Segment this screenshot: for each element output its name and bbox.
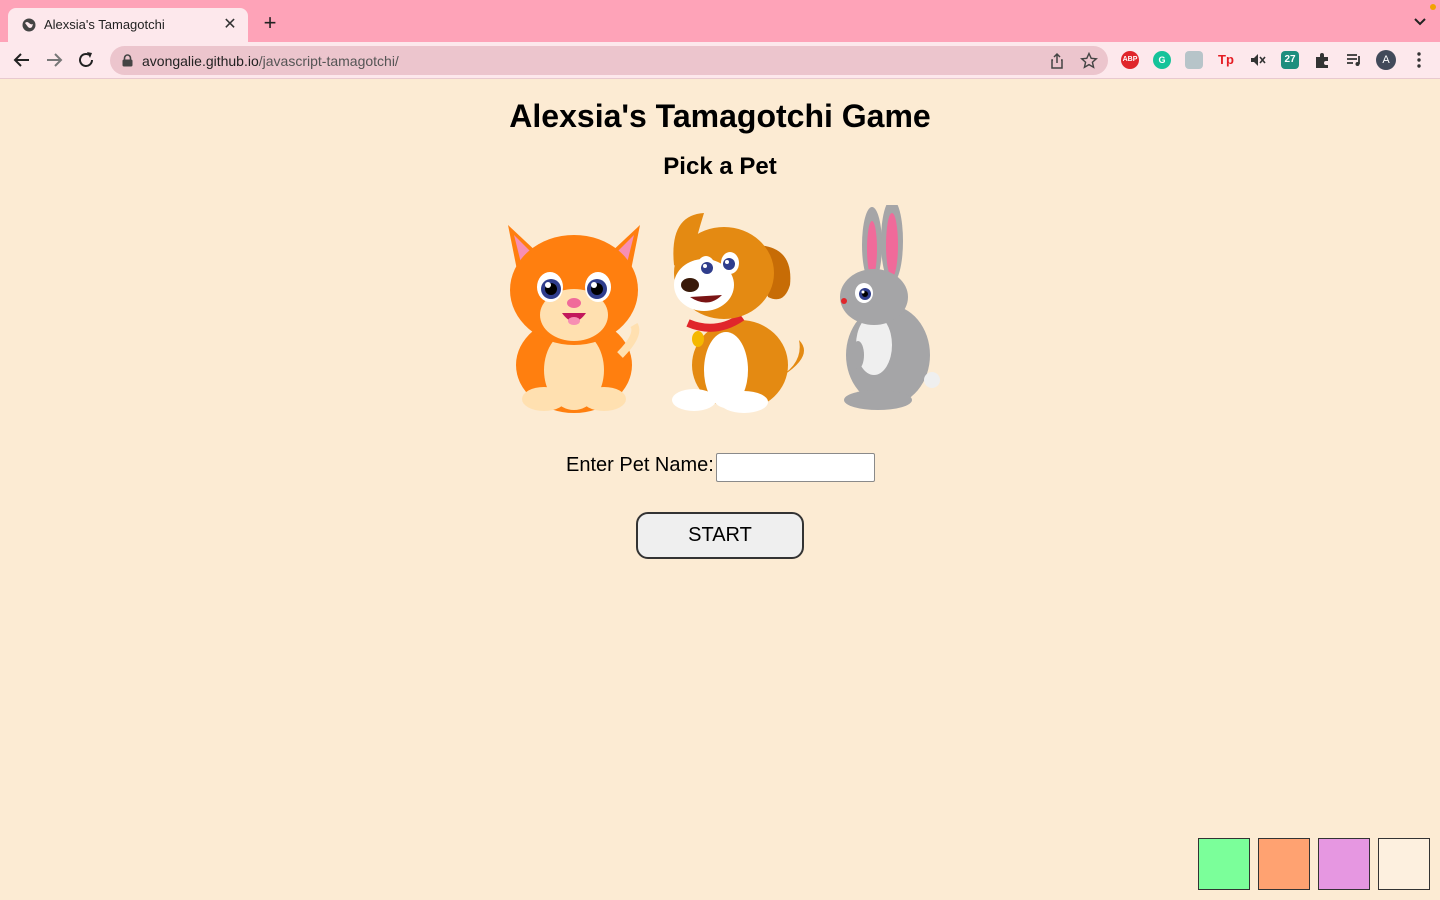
tp-icon[interactable]: Tp xyxy=(1217,51,1235,69)
theme-swatch-orange[interactable] xyxy=(1258,838,1310,890)
adblock-icon[interactable]: ABP xyxy=(1121,51,1139,69)
forward-arrow-icon[interactable] xyxy=(42,48,66,72)
close-tab-icon[interactable]: ✕ xyxy=(220,15,240,35)
browser-toolbar: avongalie.github.io/javascript-tamagotch… xyxy=(0,42,1440,79)
theme-swatch-pink[interactable] xyxy=(1318,838,1370,890)
dog-pet-image[interactable] xyxy=(664,205,812,415)
pet-name-label: Enter Pet Name: xyxy=(566,454,714,476)
reload-icon[interactable] xyxy=(74,48,98,72)
start-button[interactable]: START xyxy=(636,512,804,559)
puzzle-icon[interactable] xyxy=(1313,51,1331,69)
page-title: Alexsia's Tamagotchi Game xyxy=(509,98,931,134)
cat-pet-image[interactable] xyxy=(500,205,648,415)
tab-strip: Alexsia's Tamagotchi ✕ + xyxy=(0,0,1440,42)
mute-icon[interactable] xyxy=(1249,51,1267,69)
pick-pet-heading: Pick a Pet xyxy=(663,153,777,180)
grammarly-icon[interactable]: G xyxy=(1153,51,1171,69)
url-text: avongalie.github.io/javascript-tamagotch… xyxy=(142,53,399,69)
profile-avatar[interactable]: A xyxy=(1376,50,1396,70)
theme-swatch-green[interactable] xyxy=(1198,838,1250,890)
theme-swatch-cream[interactable] xyxy=(1378,838,1430,890)
pet-name-input[interactable] xyxy=(716,453,875,482)
notification-dot xyxy=(1430,4,1436,10)
bunny-pet-image[interactable] xyxy=(828,205,940,415)
more-menu-icon[interactable] xyxy=(1410,50,1428,70)
address-bar[interactable]: avongalie.github.io/javascript-tamagotch… xyxy=(110,46,1108,75)
url-host: avongalie.github.io xyxy=(142,53,259,69)
share-icon[interactable] xyxy=(1048,52,1066,70)
tab-title: Alexsia's Tamagotchi xyxy=(44,17,165,32)
lock-icon xyxy=(122,54,133,67)
star-icon[interactable] xyxy=(1080,52,1098,70)
chevron-down-icon[interactable] xyxy=(1412,14,1428,30)
new-tab-icon[interactable]: + xyxy=(258,11,282,35)
toolkit-icon[interactable] xyxy=(1185,51,1203,69)
back-arrow-icon[interactable] xyxy=(10,48,34,72)
calendar-icon[interactable]: 27 xyxy=(1281,51,1299,69)
globe-icon xyxy=(22,18,36,32)
url-path: /javascript-tamagotchi/ xyxy=(258,53,399,69)
media-queue-icon[interactable] xyxy=(1345,51,1363,69)
browser-tab[interactable]: Alexsia's Tamagotchi ✕ xyxy=(8,8,248,42)
